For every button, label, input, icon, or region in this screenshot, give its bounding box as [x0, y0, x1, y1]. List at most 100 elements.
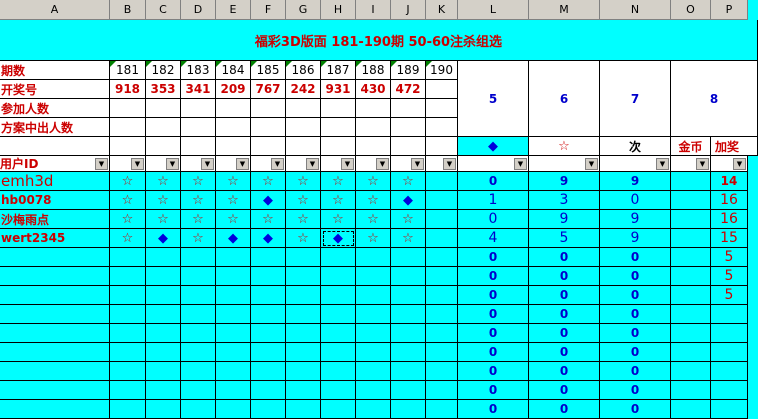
mark-cell[interactable]: ☆ [356, 191, 391, 210]
empty-cell[interactable] [391, 305, 426, 324]
participants-cell[interactable] [286, 99, 321, 118]
empty-cell[interactable] [216, 362, 251, 381]
empty-cell[interactable] [0, 305, 110, 324]
empty-cell[interactable] [216, 400, 251, 419]
count-m-cell[interactable]: 9 [529, 172, 600, 191]
plan-hits-cell[interactable] [216, 118, 251, 137]
period-cell[interactable]: 185 [251, 61, 286, 80]
mark-cell[interactable] [426, 172, 458, 191]
filter-cell[interactable]: ▼ [529, 156, 600, 172]
filter-dropdown-icon[interactable]: ▼ [271, 157, 284, 170]
empty-cell[interactable] [251, 248, 286, 267]
empty-cell[interactable] [251, 324, 286, 343]
user-id-cell[interactable]: 沙梅雨点 [0, 210, 110, 229]
mark-cell[interactable]: ☆ [321, 210, 356, 229]
empty-cell[interactable] [321, 248, 356, 267]
empty-cell[interactable] [146, 343, 181, 362]
mark-cell[interactable]: ☆ [181, 172, 216, 191]
empty-cell[interactable] [146, 248, 181, 267]
empty-cell[interactable] [356, 305, 391, 324]
mark-cell[interactable]: ☆ [356, 229, 391, 248]
participants-cell[interactable] [146, 99, 181, 118]
bonus-cell[interactable]: 15 [711, 229, 748, 248]
count-l-cell[interactable]: 0 [458, 248, 529, 267]
empty-cell[interactable] [321, 381, 356, 400]
mark-cell[interactable]: ☆ [356, 172, 391, 191]
empty-cell[interactable] [321, 267, 356, 286]
empty-cell[interactable] [181, 400, 216, 419]
count-l-cell[interactable]: 0 [458, 286, 529, 305]
filter-cell[interactable]: ▼ [216, 156, 251, 172]
empty-cell[interactable] [286, 267, 321, 286]
empty-cell[interactable] [391, 248, 426, 267]
period-cell[interactable]: 183 [181, 61, 216, 80]
count-n-cell[interactable]: 0 [600, 400, 671, 419]
filter-cell[interactable]: ▼ [181, 156, 216, 172]
mark-cell[interactable] [426, 210, 458, 229]
mark-cell[interactable]: ☆ [181, 210, 216, 229]
mark-cell[interactable]: ☆ [110, 229, 146, 248]
count-n-cell[interactable]: 0 [600, 286, 671, 305]
empty-cell[interactable] [0, 286, 110, 305]
empty-cell[interactable] [286, 324, 321, 343]
participants-cell[interactable] [216, 99, 251, 118]
filter-dropdown-icon[interactable]: ▼ [306, 157, 319, 170]
empty-cell[interactable] [356, 248, 391, 267]
empty-cell[interactable] [426, 400, 458, 419]
column-header-g[interactable]: G [286, 0, 321, 20]
plan-hits-cell[interactable] [321, 118, 356, 137]
mark-cell[interactable]: ☆ [286, 172, 321, 191]
period-cell[interactable]: 190 [426, 61, 458, 80]
empty-cell[interactable] [251, 343, 286, 362]
plan-hits-cell[interactable] [356, 118, 391, 137]
summary-l[interactable]: 5 [458, 61, 529, 137]
count-l-cell[interactable]: 0 [458, 210, 529, 229]
empty-cell[interactable] [0, 248, 110, 267]
coins-cell[interactable] [671, 343, 711, 362]
participants-cell[interactable] [426, 99, 458, 118]
participants-cell[interactable] [391, 99, 426, 118]
count-l-cell[interactable]: 0 [458, 362, 529, 381]
empty-cell[interactable] [0, 343, 110, 362]
empty-cell[interactable] [146, 324, 181, 343]
plan-hits-cell[interactable] [146, 118, 181, 137]
mark-cell[interactable]: ☆ [146, 172, 181, 191]
filter-dropdown-icon[interactable]: ▼ [514, 157, 527, 170]
coins-cell[interactable] [671, 172, 711, 191]
period-cell[interactable]: 186 [286, 61, 321, 80]
empty-cell[interactable] [286, 305, 321, 324]
empty-cell[interactable] [110, 343, 146, 362]
empty-cell[interactable] [146, 267, 181, 286]
blank-cell[interactable] [146, 137, 181, 156]
bonus-cell[interactable]: 16 [711, 191, 748, 210]
coins-cell[interactable] [671, 210, 711, 229]
blank-cell[interactable] [426, 137, 458, 156]
coins-cell[interactable] [671, 400, 711, 419]
column-header-m[interactable]: M [529, 0, 600, 20]
empty-cell[interactable] [356, 324, 391, 343]
empty-cell[interactable] [426, 324, 458, 343]
legend-bonus[interactable]: 加奖 [711, 137, 758, 156]
participants-cell[interactable] [181, 99, 216, 118]
plan-hits-cell[interactable] [181, 118, 216, 137]
empty-cell[interactable] [146, 362, 181, 381]
draw-cell[interactable]: 353 [146, 80, 181, 99]
empty-cell[interactable] [110, 381, 146, 400]
draw-cell[interactable]: 242 [286, 80, 321, 99]
filter-dropdown-icon[interactable]: ▼ [696, 157, 709, 170]
empty-cell[interactable] [391, 286, 426, 305]
empty-cell[interactable] [391, 362, 426, 381]
column-header-d[interactable]: D [181, 0, 216, 20]
column-header-n[interactable]: N [600, 0, 671, 20]
mark-cell[interactable]: ☆ [251, 210, 286, 229]
participants-label[interactable]: 参加人数 [0, 99, 110, 118]
empty-cell[interactable] [356, 343, 391, 362]
legend-star[interactable]: ☆ [529, 137, 600, 156]
empty-cell[interactable] [321, 362, 356, 381]
empty-cell[interactable] [356, 286, 391, 305]
empty-cell[interactable] [426, 248, 458, 267]
blank-cell[interactable] [321, 137, 356, 156]
empty-cell[interactable] [321, 343, 356, 362]
mark-cell[interactable]: ☆ [146, 210, 181, 229]
filter-dropdown-icon[interactable]: ▼ [376, 157, 389, 170]
